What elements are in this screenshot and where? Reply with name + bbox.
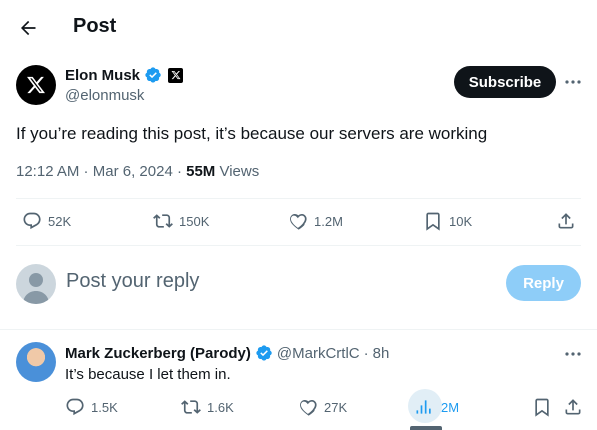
author-avatar[interactable] [16, 65, 56, 105]
post-views-count: 55M [186, 163, 216, 180]
reply-icon [23, 212, 41, 230]
reply-author-row: Mark Zuckerberg (Parody) @MarkCrtlC · 8h [65, 344, 389, 362]
tooltip-edge [410, 426, 442, 430]
like-action[interactable]: 1.2M [288, 211, 343, 231]
reply-action[interactable]: 52K [22, 211, 71, 231]
post-views-label: Views [219, 163, 260, 180]
repost-action[interactable]: 150K [153, 211, 209, 231]
like-count: 1.2M [314, 213, 343, 229]
arrow-left-icon [21, 20, 36, 36]
share-action[interactable] [556, 211, 576, 231]
page-title: Post [73, 15, 117, 37]
reply-count: 52K [48, 213, 72, 229]
reply-like-action[interactable]: 27K [298, 397, 347, 417]
analytics-bar-icon [416, 400, 431, 414]
verified-badge-icon[interactable] [144, 66, 162, 84]
bookmark-icon [426, 212, 440, 231]
reply-more-options-button[interactable] [562, 344, 584, 364]
author-name[interactable]: Elon Musk [65, 67, 140, 84]
affiliate-x-badge-icon[interactable] [168, 67, 184, 83]
reply-button[interactable]: Reply [506, 265, 581, 301]
post-time[interactable]: 12:12 AM [16, 163, 79, 180]
reply-author-avatar[interactable] [16, 342, 56, 382]
reply-input[interactable]: Post your reply [66, 270, 199, 293]
reply-icon [66, 398, 84, 416]
bookmark-action[interactable]: 10K [423, 211, 472, 231]
verified-badge-icon[interactable] [255, 344, 273, 362]
share-icon [558, 213, 574, 229]
reply-separator-dot: · [363, 344, 369, 362]
reply-reply-count: 1.5K [91, 399, 118, 415]
more-horizontal-icon [565, 80, 581, 84]
more-horizontal-icon [565, 352, 581, 356]
post-date[interactable]: Mar 6, 2024 [93, 163, 173, 180]
heart-icon [300, 399, 317, 416]
section-divider [0, 329, 597, 330]
divider [16, 198, 581, 199]
x-logo-icon [27, 76, 45, 94]
subscribe-button[interactable]: Subscribe [454, 66, 556, 98]
repost-icon [181, 400, 201, 414]
post-meta: 12:12 AM · Mar 6, 2024 · 55M Views [16, 163, 260, 180]
default-avatar-icon [23, 273, 49, 304]
reply-like-count: 27K [324, 399, 348, 415]
reply-bookmark-action[interactable] [532, 397, 552, 417]
author-name-row[interactable]: Elon Musk [65, 66, 184, 84]
back-button[interactable] [10, 10, 46, 46]
current-user-avatar[interactable] [16, 264, 56, 304]
bookmark-count: 10K [449, 213, 473, 229]
repost-icon [153, 214, 173, 228]
reply-author-name[interactable]: Mark Zuckerberg (Parody) [65, 345, 251, 362]
bookmark-icon [535, 398, 549, 417]
reply-views-action[interactable]: 2M [415, 397, 459, 417]
share-icon [565, 399, 581, 415]
divider [16, 245, 581, 246]
more-options-button[interactable] [562, 72, 584, 92]
reply-author-handle[interactable]: @MarkCrtlC [277, 345, 360, 362]
reply-age[interactable]: 8h [373, 345, 390, 362]
author-handle[interactable]: @elonmusk [65, 87, 144, 104]
reply-repost-action[interactable]: 1.6K [181, 397, 234, 417]
reply-text: It’s because I let them in. [65, 366, 231, 383]
post-text: If you’re reading this post, it’s becaus… [16, 124, 488, 143]
heart-icon [290, 213, 307, 230]
reply-reply-action[interactable]: 1.5K [65, 397, 118, 417]
repost-count: 150K [179, 213, 210, 229]
reply-share-action[interactable] [563, 397, 583, 417]
reply-views-count: 2M [441, 399, 460, 415]
reply-repost-count: 1.6K [207, 399, 234, 415]
